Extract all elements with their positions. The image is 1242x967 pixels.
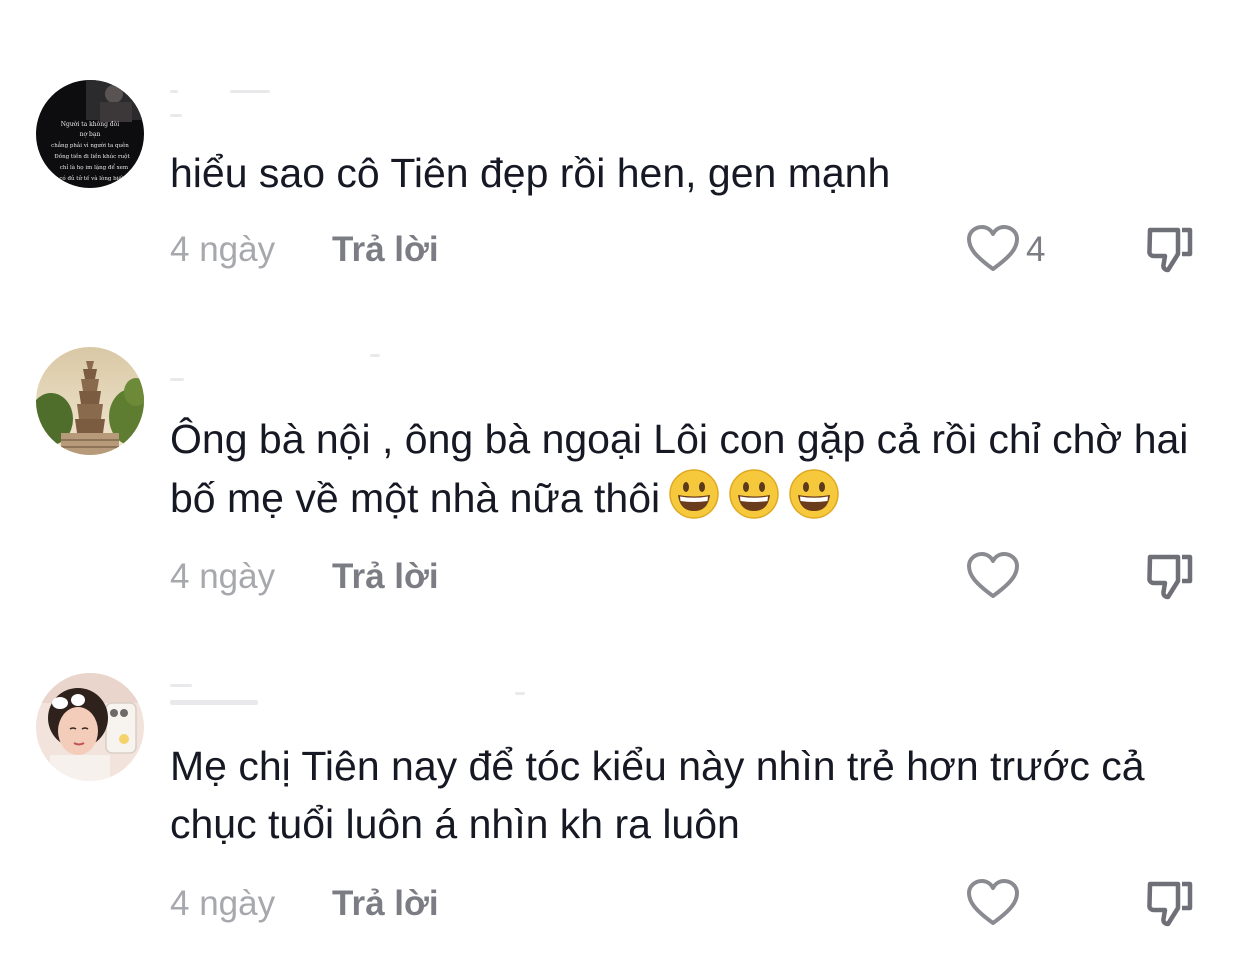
like-count: 4 bbox=[1026, 230, 1046, 269]
heart-icon[interactable] bbox=[965, 551, 1021, 601]
avatar-quote-line: có đủ tử tế và lòng biết ơn bbox=[59, 175, 133, 182]
reply-button[interactable]: Trả lời bbox=[332, 884, 439, 924]
comment-text: Mẹ chị Tiên nay để tóc kiểu này nhìn trẻ… bbox=[170, 743, 1156, 847]
comment-actions: 4 ngày Trả lời bbox=[170, 879, 1230, 927]
avatar-pagoda-icon bbox=[36, 347, 144, 455]
comment-text: hiểu sao cô Tiên đẹp rồi hen, gen mạnh bbox=[170, 150, 891, 196]
avatar[interactable] bbox=[36, 347, 144, 455]
dislike-icon[interactable] bbox=[1144, 551, 1196, 603]
avatar[interactable]: Người ta không đòi nợ bạn chẳng phải vì … bbox=[36, 80, 144, 188]
comment-time: 4 ngày bbox=[170, 230, 276, 269]
heart-icon[interactable] bbox=[965, 224, 1021, 274]
reply-button[interactable]: Trả lời bbox=[332, 557, 439, 597]
avatar-quote-line: chỉ là họ im lặng để xem bbox=[60, 164, 129, 171]
avatar-quote-image-icon: Người ta không đòi nợ bạn chẳng phải vì … bbox=[36, 80, 144, 188]
avatar-selfie-icon bbox=[36, 673, 144, 781]
grinning-face-icon bbox=[729, 469, 779, 519]
reply-button[interactable]: Trả lời bbox=[332, 230, 439, 270]
heart-icon[interactable] bbox=[965, 878, 1021, 928]
avatar-quote-line: Người ta không đòi bbox=[61, 121, 119, 128]
avatar-quote-line: chẳng phải vì người ta quên bbox=[51, 141, 129, 149]
username[interactable] bbox=[170, 86, 470, 117]
comment-actions: 4 ngày Trả lời bbox=[170, 552, 1230, 600]
comment-time: 4 ngày bbox=[170, 884, 276, 923]
username[interactable] bbox=[170, 350, 470, 381]
dislike-icon[interactable] bbox=[1144, 224, 1196, 276]
username[interactable] bbox=[170, 678, 525, 705]
comment-text: Ông bà nội , ông bà ngoại Lôi con gặp cả… bbox=[170, 410, 1190, 527]
dislike-icon[interactable] bbox=[1144, 878, 1196, 930]
comment-actions: 4 ngày Trả lời 4 bbox=[170, 225, 1230, 273]
avatar-quote-line: nợ bạn bbox=[80, 131, 101, 138]
grinning-face-icon bbox=[789, 469, 839, 519]
avatar-quote-line: Đồng tiền đi liền khúc ruột bbox=[54, 152, 130, 160]
comment-time: 4 ngày bbox=[170, 557, 276, 596]
avatar[interactable] bbox=[36, 673, 144, 781]
grinning-face-icon bbox=[669, 469, 719, 519]
